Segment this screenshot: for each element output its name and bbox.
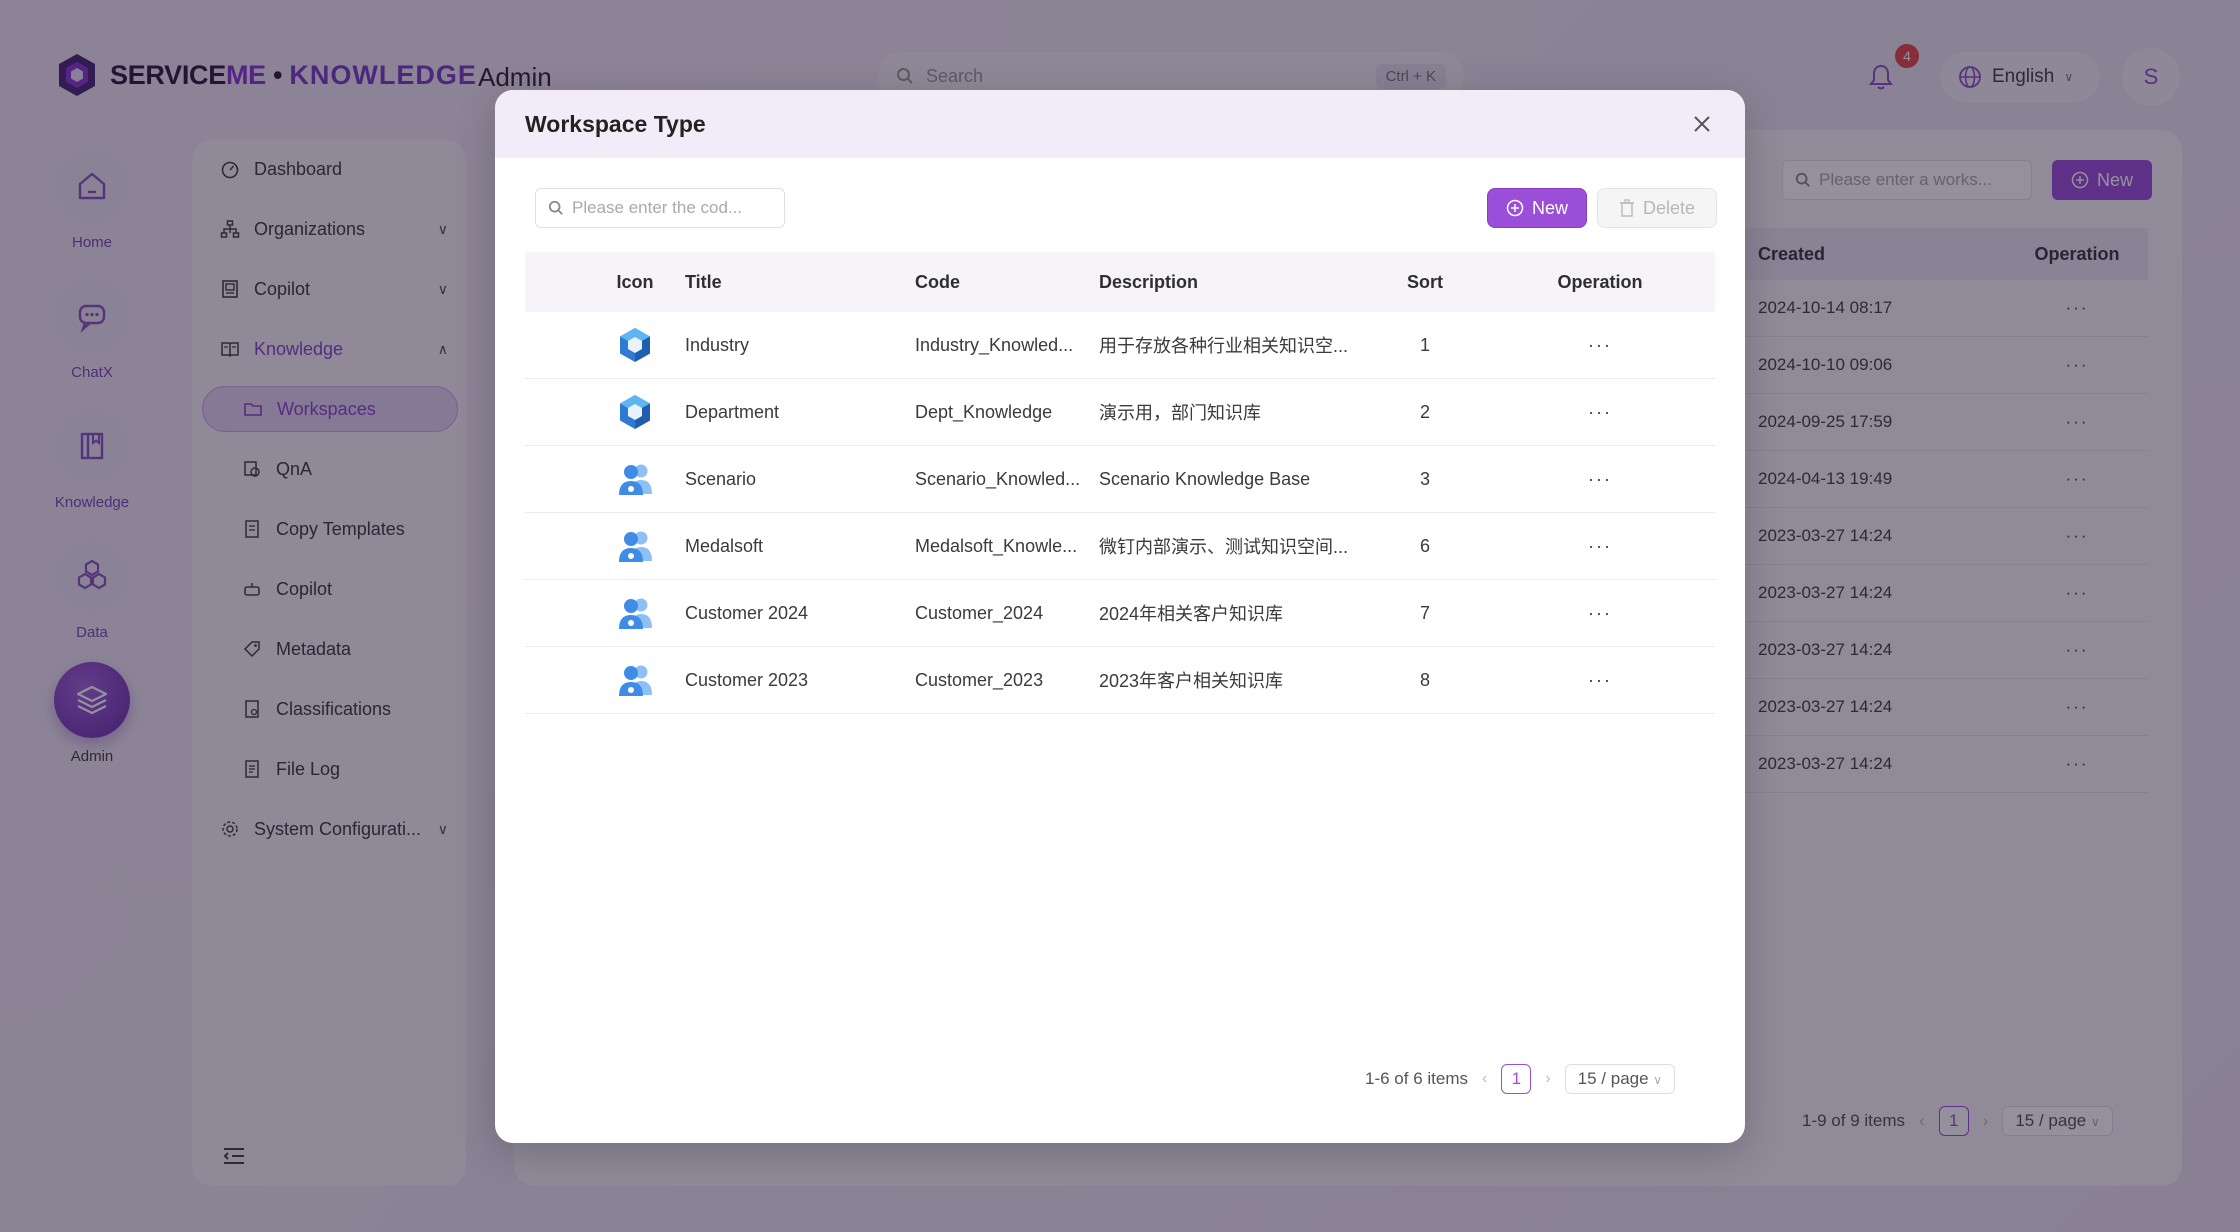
prev-page-icon[interactable]: ‹ [1482,1070,1487,1088]
modal-header: Workspace Type [495,90,1745,158]
close-icon[interactable] [1689,111,1715,137]
title-cell: Industry [685,334,750,355]
description-cell: Scenario Knowledge Base [1099,468,1311,489]
cube-icon [620,328,650,362]
column-header-sort: Sort [1407,271,1443,292]
search-icon [548,200,563,215]
sort-cell: 8 [1419,669,1430,690]
title-cell: Department [685,401,780,422]
pagination-summary: 1-6 of 6 items [1365,1069,1468,1088]
more-actions-button[interactable]: ··· [1485,670,1715,691]
code-cell: Medalsoft_Knowle... [915,535,1078,556]
more-actions-button[interactable]: ··· [1485,536,1715,557]
title-cell: Customer 2024 [685,602,809,623]
app-root: SERVICEME • KNOWLEDGE Admin Search Ctrl … [0,0,2240,1232]
table-row[interactable]: Industry Industry_Knowled... 用于存放各种行业相关知… [525,312,1715,379]
code-cell: Scenario_Knowled... [915,468,1081,489]
delete-button[interactable]: Delete [1597,188,1717,228]
modal-pagination: 1-6 of 6 items ‹ 1 › 15 / page ∨ [1365,1064,1676,1094]
description-cell: 2023年客户相关知识库 [1099,671,1284,691]
new-button-label: New [1531,197,1568,218]
column-header-icon: Icon [616,271,654,292]
workspace-type-table: Icon Title Code Description Sort Operati… [525,252,1715,714]
users-icon [619,665,652,696]
more-actions-button[interactable]: ··· [1485,335,1715,356]
page-size-label: 15 / page [1577,1069,1649,1088]
users-icon [619,464,652,495]
title-cell: Scenario [685,468,757,489]
code-search-input[interactable]: Please enter the cod... [535,188,785,228]
table-row[interactable]: Medalsoft Medalsoft_Knowle... 微钉内部演示、测试知… [525,513,1715,580]
code-cell: Customer_2024 [915,602,1044,623]
title-cell: Customer 2023 [685,669,809,690]
column-header-code: Code [915,271,960,292]
column-header-description: Description [1099,271,1199,292]
description-cell: 2024年相关客户知识库 [1099,604,1284,624]
row-icon-cell [525,393,685,431]
table-row[interactable]: Customer 2024 Customer_2024 2024年相关客户知识库… [525,580,1715,647]
sort-cell: 6 [1419,535,1430,556]
modal-toolbar: Please enter the cod... New Delete [495,188,1745,230]
more-actions-button[interactable]: ··· [1485,469,1715,490]
row-icon-cell [525,326,685,364]
column-header-title: Title [685,271,722,292]
code-search-placeholder: Please enter the cod... [572,198,743,217]
table-header: Icon Title Code Description Sort Operati… [525,252,1715,312]
plus-circle-icon [1506,199,1524,217]
code-cell: Dept_Knowledge [915,401,1053,422]
code-cell: Customer_2023 [915,669,1044,690]
more-actions-button[interactable]: ··· [1485,603,1715,624]
sort-cell: 7 [1419,602,1430,623]
row-icon-cell [525,661,685,699]
trash-icon [1619,199,1634,217]
description-cell: 微钉内部演示、测试知识空间... [1099,537,1349,557]
code-cell: Industry_Knowled... [915,334,1074,355]
page-button[interactable]: 1 [1501,1064,1532,1094]
description-cell: 用于存放各种行业相关知识空... [1099,336,1349,356]
chevron-down-icon: ∨ [1653,1073,1663,1087]
row-icon-cell [525,594,685,632]
table-row[interactable]: Customer 2023 Customer_2023 2023年客户相关知识库… [525,647,1715,714]
users-icon [619,598,652,629]
sort-cell: 1 [1419,334,1430,355]
row-icon-cell [525,527,685,565]
table-row[interactable]: Scenario Scenario_Knowled... Scenario Kn… [525,446,1715,513]
more-actions-button[interactable]: ··· [1485,402,1715,423]
modal-title: Workspace Type [525,110,706,137]
sort-cell: 3 [1419,468,1430,489]
users-icon [619,531,652,562]
new-button[interactable]: New [1487,188,1587,228]
next-page-icon[interactable]: › [1545,1070,1550,1088]
page-size-select[interactable]: 15 / page ∨ [1564,1064,1676,1094]
title-cell: Medalsoft [685,535,764,556]
workspace-type-modal: Workspace Type Please enter the cod... N… [495,90,1745,1143]
cube-icon [620,395,650,429]
delete-button-label: Delete [1642,197,1696,218]
row-icon-cell [525,460,685,498]
column-header-operation: Operation [1557,271,1643,292]
table-row[interactable]: Department Dept_Knowledge 演示用，部门知识库 2 ··… [525,379,1715,446]
sort-cell: 2 [1419,401,1430,422]
description-cell: 演示用，部门知识库 [1099,403,1261,423]
